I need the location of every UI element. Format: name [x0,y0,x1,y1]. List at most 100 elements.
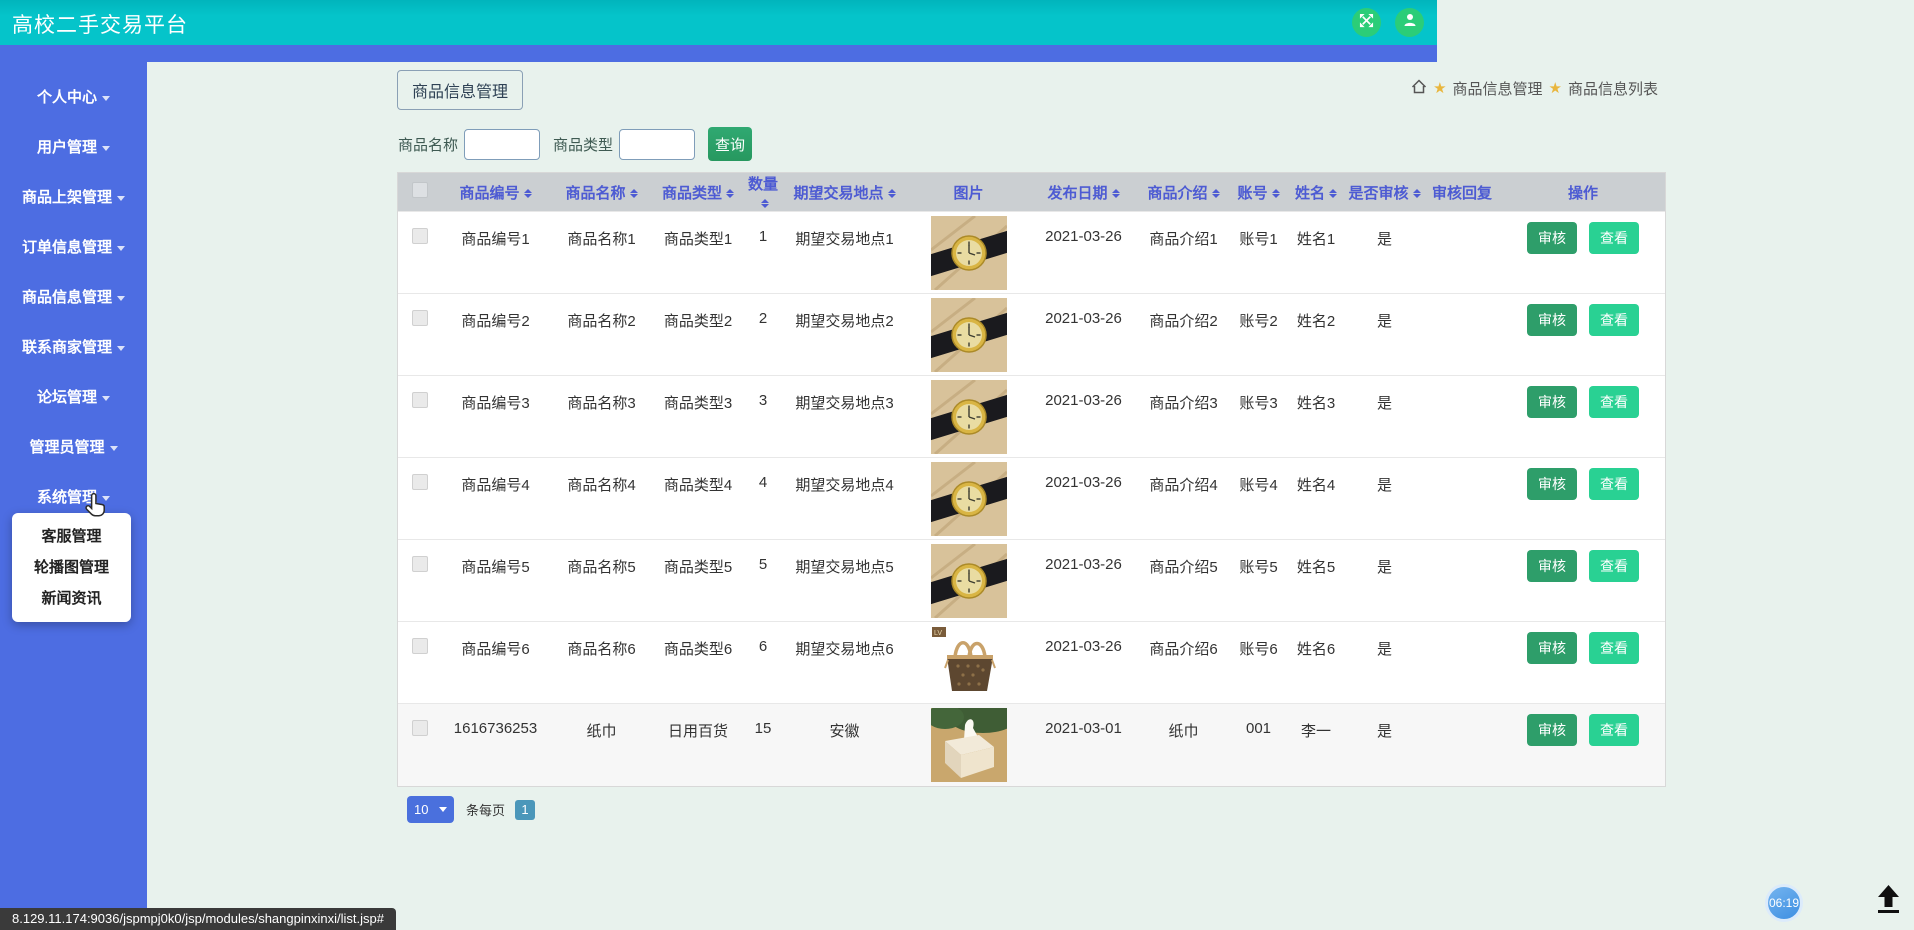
product-type-input[interactable] [619,129,695,160]
column-header: 图片 [906,173,1031,212]
cell-actions: 审核查看 [1501,704,1665,786]
cell-image[interactable] [906,458,1031,540]
view-button[interactable]: 查看 [1589,468,1639,500]
sort-icon[interactable] [761,198,769,209]
row-checkbox[interactable] [412,720,428,736]
submenu-item-1[interactable]: 客服管理 [12,521,131,552]
sidebar-item-label: 商品信息管理 [22,289,112,306]
row-checkbox-cell [398,458,441,540]
sort-icon[interactable] [1329,188,1337,199]
submenu-item-2[interactable]: 轮播图管理 [12,552,131,583]
table-row: 商品编号2商品名称2商品类型22期望交易地点2 2021-03-26商品介绍2账… [398,294,1665,376]
view-button[interactable]: 查看 [1589,304,1639,336]
submenu-item-3[interactable]: 新闻资讯 [12,583,131,614]
sidebar-item-label: 管理员管理 [29,439,104,456]
query-button[interactable]: 查询 [708,127,752,161]
audit-button[interactable]: 审核 [1527,304,1577,336]
sidebar-item-7[interactable]: 论坛管理 [0,389,147,407]
row-checkbox[interactable] [412,228,428,244]
sort-icon[interactable] [1112,188,1120,199]
cell-image[interactable] [906,212,1031,294]
cell-actions: 审核查看 [1501,294,1665,376]
view-button[interactable]: 查看 [1589,714,1639,746]
sidebar-item-label: 联系商家管理 [22,339,112,356]
header-strip [0,45,1437,62]
audit-button[interactable]: 审核 [1527,222,1577,254]
fullscreen-button[interactable] [1352,8,1381,37]
table-row: 商品编号5商品名称5商品类型55期望交易地点5 2021-03-26商品介绍5账… [398,540,1665,622]
sort-icon[interactable] [726,188,734,199]
table-row: 商品编号3商品名称3商品类型33期望交易地点3 2021-03-26商品介绍3账… [398,376,1665,458]
column-header-label[interactable]: 发布日期 [1047,185,1107,202]
clock-badge[interactable]: 06:19 [1765,884,1803,922]
back-to-top-icon[interactable] [1875,884,1902,919]
cell-audited: 是 [1346,376,1423,458]
sidebar-item-3[interactable]: 商品上架管理 [0,189,147,207]
cell-image[interactable] [906,376,1031,458]
row-checkbox[interactable] [412,392,428,408]
audit-button[interactable]: 审核 [1527,714,1577,746]
audit-button[interactable]: 审核 [1527,386,1577,418]
sort-icon[interactable] [1212,188,1220,199]
row-checkbox-cell [398,622,441,704]
sidebar-item-4[interactable]: 订单信息管理 [0,239,147,257]
column-header-label[interactable]: 期望交易地点 [793,185,883,202]
page-number-button[interactable]: 1 [515,800,535,820]
sort-icon[interactable] [888,188,896,199]
column-header-label[interactable]: 商品名称 [565,185,625,202]
cell-image[interactable] [906,704,1031,786]
sidebar-item-8[interactable]: 管理员管理 [0,439,147,457]
cell-audited: 是 [1346,540,1423,622]
column-header-label[interactable]: 姓名 [1295,185,1325,202]
breadcrumb-item[interactable]: 商品信息管理 [1453,78,1543,99]
column-header-label[interactable]: 商品编号 [459,185,519,202]
breadcrumb-item[interactable]: 商品信息列表 [1568,78,1658,99]
cell-image[interactable] [906,540,1031,622]
cell-actions: 审核查看 [1501,622,1665,704]
row-checkbox[interactable] [412,474,428,490]
chevron-down-icon [117,296,125,301]
column-header-label[interactable]: 商品介绍 [1147,185,1207,202]
page-size-select[interactable]: 10 [407,796,454,823]
column-header-label[interactable]: 是否审核 [1348,185,1408,202]
sidebar-submenu: 客服管理轮播图管理新闻资讯 [12,513,131,622]
user-button[interactable] [1395,8,1424,37]
sidebar-item-9[interactable]: 系统管理 [0,489,147,507]
view-button[interactable]: 查看 [1589,386,1639,418]
star-icon: ★ [1549,81,1562,96]
cell-image[interactable]: LV [906,622,1031,704]
column-header-label[interactable]: 账号 [1237,185,1267,202]
select-all-checkbox[interactable] [412,182,428,198]
home-icon[interactable] [1411,79,1427,98]
cell-date: 2021-03-26 [1031,376,1136,458]
row-checkbox[interactable] [412,310,428,326]
audit-button[interactable]: 审核 [1527,468,1577,500]
row-checkbox[interactable] [412,638,428,654]
sort-icon[interactable] [630,188,638,199]
sidebar-item-2[interactable]: 用户管理 [0,139,147,157]
table-row: 商品编号4商品名称4商品类型44期望交易地点4 2021-03-26商品介绍4账… [398,458,1665,540]
audit-button[interactable]: 审核 [1527,632,1577,664]
sort-icon[interactable] [1272,188,1280,199]
cell-image[interactable] [906,294,1031,376]
cell-name: 商品名称1 [550,212,653,294]
column-header-label[interactable]: 商品类型 [662,185,722,202]
sort-icon[interactable] [1413,188,1421,199]
column-header-label[interactable]: 数量 [748,176,778,193]
sidebar-item-6[interactable]: 联系商家管理 [0,339,147,357]
row-checkbox[interactable] [412,556,428,572]
sidebar-item-5[interactable]: 商品信息管理 [0,289,147,307]
view-button[interactable]: 查看 [1589,222,1639,254]
view-button[interactable]: 查看 [1589,550,1639,582]
cell-place: 安徽 [783,704,906,786]
sort-icon[interactable] [524,188,532,199]
chevron-down-icon [117,346,125,351]
product-name-input[interactable] [464,129,540,160]
cell-reply [1423,294,1501,376]
audit-button[interactable]: 审核 [1527,550,1577,582]
cell-account: 账号5 [1231,540,1286,622]
sidebar-item-1[interactable]: 个人中心 [0,89,147,107]
cell-audited: 是 [1346,458,1423,540]
view-button[interactable]: 查看 [1589,632,1639,664]
cell-id: 商品编号5 [441,540,550,622]
